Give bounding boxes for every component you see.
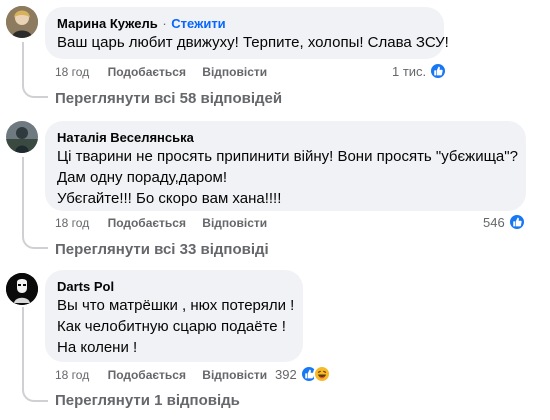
view-replies-link[interactable]: Переглянути 1 відповідь	[55, 392, 240, 409]
comment-text-line: Ці тварини не просять припинити війну! В…	[57, 148, 518, 165]
comment-actions: 18 год Подобається Відповісти	[55, 215, 280, 231]
comment-text-line: Убєгайте!!! Бо скоро вам хана!!!!	[57, 190, 282, 207]
reply-button[interactable]: Відповісти	[202, 216, 267, 230]
comment-bubble: Наталія Веселянська Ці тварини не просят…	[45, 121, 526, 211]
avatar[interactable]	[6, 273, 38, 305]
view-replies-link[interactable]: Переглянути всі 33 відповіді	[55, 241, 269, 258]
reaction-count: 1 тис.	[392, 63, 427, 79]
like-button[interactable]: Подобається	[108, 65, 186, 79]
reply-button[interactable]: Відповісти	[202, 65, 267, 79]
view-replies-link[interactable]: Переглянути всі 58 відповідей	[55, 90, 282, 107]
like-icon	[429, 62, 448, 80]
comment-bubble: Марина Кужель · Стежити Ваш царь любит д…	[45, 7, 449, 59]
like-button[interactable]: Подобається	[108, 216, 186, 230]
timestamp[interactable]: 18 год	[55, 368, 89, 382]
follow-link[interactable]: Стежити	[171, 16, 225, 31]
avatar-image	[6, 121, 38, 153]
author-row: Марина Кужель · Стежити	[57, 15, 432, 32]
thread-elbow	[22, 235, 48, 249]
reaction-summary[interactable]: 392	[275, 365, 331, 383]
avatar[interactable]	[6, 6, 38, 38]
comment-text-line: Вы что матрёшки , нюх потеряли !	[57, 297, 295, 314]
author-name[interactable]: Марина Кужель	[57, 16, 158, 31]
comment-bubble: Darts Pol Вы что матрёшки , нюх потеряли…	[45, 270, 303, 362]
avatar-image	[6, 6, 38, 38]
comment-text-line: Как челобитную сцарю подаёте !	[57, 318, 286, 335]
author-name[interactable]: Наталія Веселянська	[57, 129, 514, 146]
reaction-count: 546	[483, 214, 505, 230]
timestamp[interactable]: 18 год	[55, 216, 89, 230]
thread-line	[22, 42, 24, 84]
thread-elbow	[22, 84, 48, 98]
thread-line	[22, 157, 24, 235]
comment-actions: 18 год Подобається Відповісти	[55, 64, 280, 80]
reaction-count: 392	[275, 366, 297, 382]
avatar[interactable]	[6, 121, 38, 153]
thread-line	[22, 307, 24, 388]
reply-button[interactable]: Відповісти	[202, 368, 267, 382]
timestamp[interactable]: 18 год	[55, 65, 89, 79]
comment-text-line: Дам одну пораду,даром!	[57, 169, 228, 186]
comment-text-line: На колени !	[57, 339, 138, 356]
comment-actions: 18 год Подобається Відповісти	[55, 367, 280, 383]
separator: ·	[162, 16, 167, 31]
author-name[interactable]: Darts Pol	[57, 278, 291, 295]
thread-elbow	[22, 388, 48, 402]
avatar-image	[6, 273, 38, 305]
like-icon	[507, 213, 526, 231]
haha-icon	[312, 365, 331, 383]
reaction-summary[interactable]: 546	[483, 213, 526, 231]
reaction-summary[interactable]: 1 тис.	[392, 62, 448, 80]
comment-text: Ваш царь любит движуху! Терпите, холопы!…	[57, 34, 449, 51]
like-button[interactable]: Подобається	[108, 368, 186, 382]
